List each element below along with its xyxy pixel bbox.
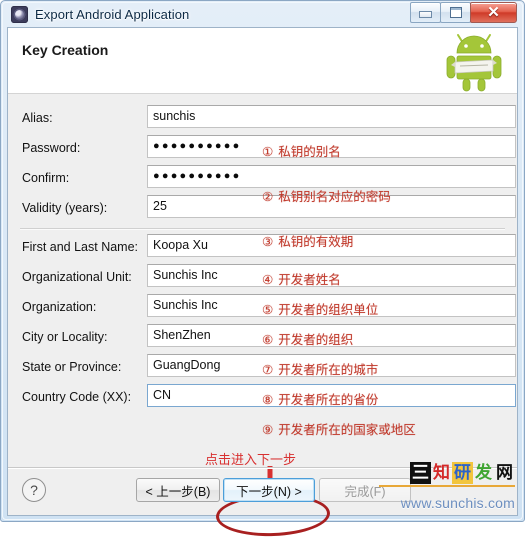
input-organization-value: Sunchis Inc bbox=[153, 298, 218, 312]
caption-buttons: ✕ bbox=[410, 2, 517, 23]
annotation-6: ⑥ 开发者的组织 bbox=[262, 329, 353, 348]
annotation-9-number: ⑨ bbox=[262, 422, 274, 437]
close-icon: ✕ bbox=[487, 4, 500, 21]
dialog-client-area: Key Creation Alias: sunchis Password: ●●… bbox=[7, 27, 518, 538]
annotation-3: ③ 私钥的有效期 bbox=[262, 231, 353, 250]
label-fullname: First and Last Name: bbox=[22, 240, 139, 254]
annotation-3-number: ③ bbox=[262, 234, 274, 249]
android-robot-logo bbox=[446, 34, 502, 92]
callout-label: 点击进入下一步 bbox=[205, 453, 297, 468]
input-city-value: ShenZhen bbox=[153, 328, 211, 342]
input-password-value: ●●●●●●●●●● bbox=[153, 140, 242, 152]
back-button[interactable]: < 上一步(B) bbox=[136, 478, 220, 502]
watermark-char-1: 三 bbox=[410, 462, 431, 484]
input-alias-value: sunchis bbox=[153, 109, 196, 123]
annotation-5: ⑤ 开发者的组织单位 bbox=[262, 299, 378, 318]
window-title: Export Android Application bbox=[35, 6, 190, 22]
title-bar[interactable]: Export Android Application ✕ bbox=[7, 1, 518, 27]
help-icon[interactable]: ? bbox=[22, 478, 46, 502]
page-title: Key Creation bbox=[22, 42, 109, 58]
site-watermark: 三 知 研 发 网 www.sunchis.com bbox=[377, 457, 517, 513]
annotation-5-text: 开发者的组织单位 bbox=[278, 302, 379, 317]
input-state-value: GuangDong bbox=[153, 358, 221, 372]
watermark-logo: 三 知 研 发 网 bbox=[410, 461, 515, 485]
input-alias[interactable]: sunchis bbox=[147, 105, 516, 128]
annotation-4-text: 开发者姓名 bbox=[278, 272, 341, 287]
label-city: City or Locality: bbox=[22, 330, 108, 344]
dialog-window: Export Android Application ✕ Key Creatio… bbox=[0, 0, 525, 538]
annotation-7-text: 开发者所在的城市 bbox=[278, 362, 379, 377]
annotation-7: ⑦ 开发者所在的城市 bbox=[262, 359, 378, 378]
input-country-value: CN bbox=[153, 388, 172, 402]
annotation-7-number: ⑦ bbox=[262, 362, 274, 377]
maximize-button[interactable] bbox=[440, 2, 471, 23]
annotation-4: ④ 开发者姓名 bbox=[262, 269, 341, 288]
label-country: Country Code (XX): bbox=[22, 390, 132, 404]
annotation-2: ② 私钥别名对应的密码 bbox=[262, 186, 391, 205]
input-confirm-value: ●●●●●●●●●● bbox=[153, 170, 242, 182]
label-org-unit: Organizational Unit: bbox=[22, 270, 132, 284]
android-export-icon bbox=[11, 5, 28, 23]
minimize-button[interactable] bbox=[410, 2, 441, 23]
input-confirm[interactable]: ●●●●●●●●●● bbox=[147, 165, 516, 188]
watermark-char-5: 网 bbox=[496, 463, 513, 483]
watermark-rule bbox=[379, 485, 515, 487]
android-banner bbox=[451, 59, 497, 74]
annotation-1: ① 私钥的别名 bbox=[262, 141, 341, 160]
annotation-1-number: ① bbox=[262, 144, 274, 159]
label-validity: Validity (years): bbox=[22, 201, 108, 215]
label-organization: Organization: bbox=[22, 300, 97, 314]
annotation-9: ⑨ 开发者所在的国家或地区 bbox=[262, 419, 416, 438]
annotation-4-number: ④ bbox=[262, 272, 274, 287]
annotation-8-number: ⑧ bbox=[262, 392, 274, 407]
annotation-1-text: 私钥的别名 bbox=[278, 144, 341, 159]
annotation-8: ⑧ 开发者所在的省份 bbox=[262, 389, 378, 408]
input-validity-value: 25 bbox=[153, 199, 167, 213]
watermark-char-4: 发 bbox=[475, 463, 492, 483]
label-state: State or Province: bbox=[22, 360, 122, 374]
form-row-alias: Alias: sunchis bbox=[8, 104, 517, 134]
annotation-2-text: 私钥别名对应的密码 bbox=[278, 189, 391, 204]
label-password: Password: bbox=[22, 141, 81, 155]
label-confirm: Confirm: bbox=[22, 171, 70, 185]
input-fullname-value: Koopa Xu bbox=[153, 238, 208, 252]
label-alias: Alias: bbox=[22, 111, 53, 125]
watermark-char-3: 研 bbox=[452, 462, 473, 484]
annotation-8-text: 开发者所在的省份 bbox=[278, 392, 379, 407]
annotation-3-text: 私钥的有效期 bbox=[278, 234, 354, 249]
annotation-9-text: 开发者所在的国家或地区 bbox=[278, 422, 416, 437]
annotation-6-number: ⑥ bbox=[262, 332, 274, 347]
annotation-2-number: ② bbox=[262, 189, 274, 204]
close-button[interactable]: ✕ bbox=[470, 2, 517, 23]
watermark-url: www.sunchis.com bbox=[400, 495, 515, 511]
annotation-6-text: 开发者的组织 bbox=[278, 332, 354, 347]
wizard-header: Key Creation bbox=[8, 28, 517, 94]
next-button[interactable]: 下一步(N) > bbox=[223, 478, 315, 502]
input-org-unit-value: Sunchis Inc bbox=[153, 268, 218, 282]
watermark-char-2: 知 bbox=[433, 463, 450, 483]
annotation-5-number: ⑤ bbox=[262, 302, 274, 317]
